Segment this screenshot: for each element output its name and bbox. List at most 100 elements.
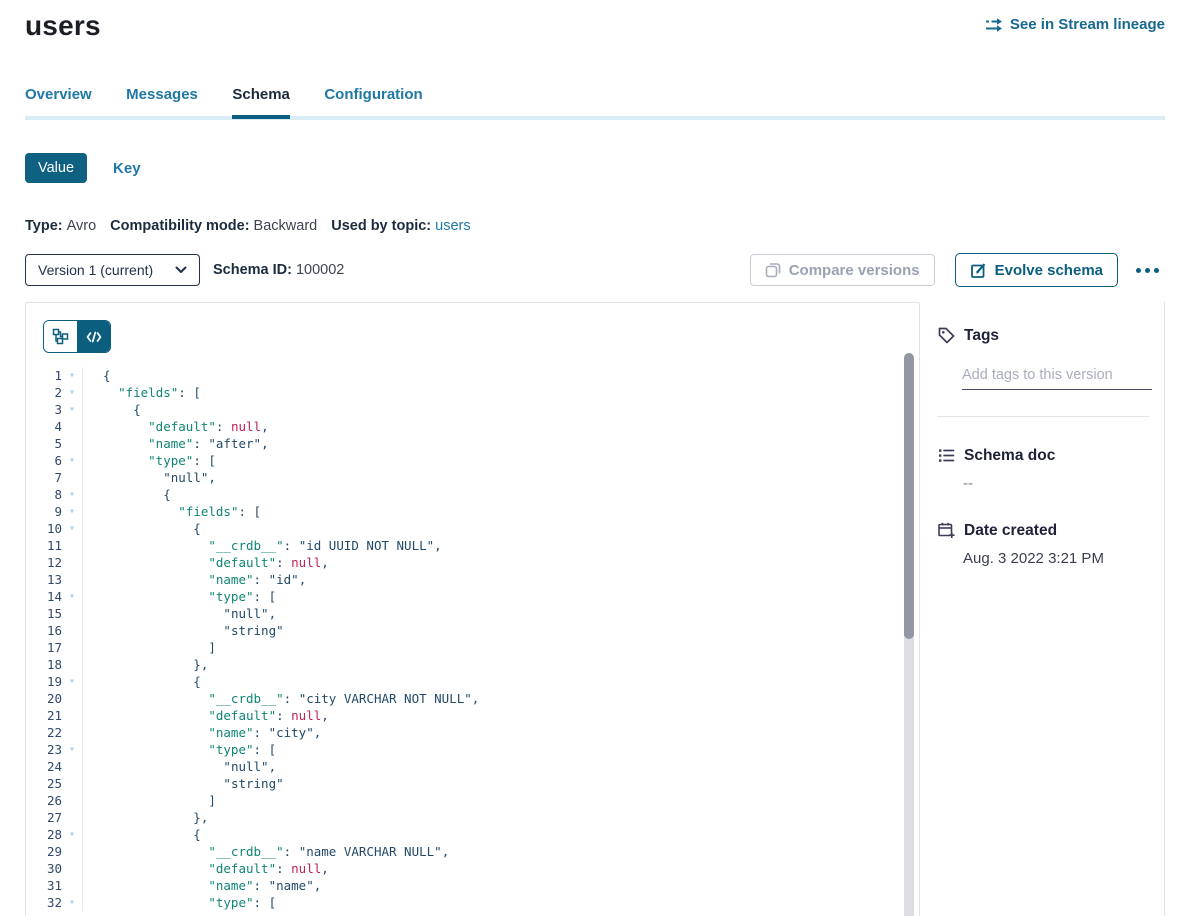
code-text: { bbox=[82, 367, 919, 384]
fold-chevron-down-icon[interactable]: ▾ bbox=[62, 588, 82, 605]
code-line: 18 }, bbox=[26, 656, 919, 673]
code-text: "default": null, bbox=[82, 554, 919, 571]
code-line: 7 "null", bbox=[26, 469, 919, 486]
tree-view-icon bbox=[52, 328, 69, 345]
line-number: 12 bbox=[26, 554, 62, 571]
fold-spacer bbox=[62, 690, 82, 707]
fold-chevron-down-icon[interactable]: ▾ bbox=[62, 741, 82, 758]
code-line: 24 "null", bbox=[26, 758, 919, 775]
code-line: 17 ] bbox=[26, 639, 919, 656]
code-text: { bbox=[82, 486, 919, 503]
line-number: 24 bbox=[26, 758, 62, 775]
fold-chevron-down-icon[interactable]: ▾ bbox=[62, 486, 82, 503]
page-title: users bbox=[25, 10, 101, 42]
tab-overview[interactable]: Overview bbox=[25, 86, 92, 103]
value-toggle-button[interactable]: Value bbox=[25, 153, 87, 183]
see-in-stream-lineage-link[interactable]: See in Stream lineage bbox=[985, 16, 1165, 33]
schema-doc-header: Schema doc bbox=[937, 446, 1151, 465]
more-options-button[interactable] bbox=[1130, 262, 1165, 279]
fold-spacer bbox=[62, 843, 82, 860]
fold-spacer bbox=[62, 877, 82, 894]
code-line: 25 "string" bbox=[26, 775, 919, 792]
code-line: 32▾ "type": [ bbox=[26, 894, 919, 911]
fold-spacer bbox=[62, 537, 82, 554]
type-field: Type:Avro bbox=[25, 218, 96, 234]
line-number: 31 bbox=[26, 877, 62, 894]
code-text: { bbox=[82, 826, 919, 843]
line-number: 16 bbox=[26, 622, 62, 639]
line-number: 27 bbox=[26, 809, 62, 826]
version-select[interactable]: Version 1 (current) bbox=[25, 254, 200, 286]
code-text: ] bbox=[82, 639, 919, 656]
code-lines: 1▾{2▾ "fields": [3▾ {4 "default": null,5… bbox=[26, 367, 919, 911]
fold-spacer bbox=[62, 758, 82, 775]
code-text: "fields": [ bbox=[82, 384, 919, 401]
list-icon bbox=[937, 446, 956, 465]
code-line: 1▾{ bbox=[26, 367, 919, 384]
code-line: 30 "default": null, bbox=[26, 860, 919, 877]
line-number: 3 bbox=[26, 401, 62, 418]
compare-versions-button[interactable]: Compare versions bbox=[750, 254, 935, 286]
tab-bar: Overview Messages Schema Configuration bbox=[25, 86, 1165, 104]
code-line: 10▾ { bbox=[26, 520, 919, 537]
tab-configuration[interactable]: Configuration bbox=[324, 86, 422, 103]
line-number: 9 bbox=[26, 503, 62, 520]
key-toggle-button[interactable]: Key bbox=[113, 160, 141, 177]
code-line: 15 "null", bbox=[26, 605, 919, 622]
fold-chevron-down-icon[interactable]: ▾ bbox=[62, 894, 82, 911]
editor-toolbar bbox=[26, 303, 919, 353]
code-text: "__crdb__": "city VARCHAR NOT NULL", bbox=[82, 690, 919, 707]
stream-lineage-icon bbox=[985, 17, 1003, 33]
code-text: "null", bbox=[82, 758, 919, 775]
lineage-link-label: See in Stream lineage bbox=[1010, 16, 1165, 33]
line-number: 22 bbox=[26, 724, 62, 741]
line-number: 30 bbox=[26, 860, 62, 877]
date-created-title: Date created bbox=[964, 522, 1057, 540]
code-line: 27 }, bbox=[26, 809, 919, 826]
code-text: "type": [ bbox=[82, 741, 919, 758]
edit-icon bbox=[970, 262, 987, 279]
sidebar-divider bbox=[937, 416, 1149, 417]
fold-chevron-down-icon[interactable]: ▾ bbox=[62, 384, 82, 401]
code-text: }, bbox=[82, 809, 919, 826]
fold-spacer bbox=[62, 622, 82, 639]
editor-scrollbar-thumb[interactable] bbox=[904, 353, 914, 639]
tab-schema[interactable]: Schema bbox=[232, 86, 290, 103]
fold-chevron-down-icon[interactable]: ▾ bbox=[62, 367, 82, 384]
tree-view-button[interactable] bbox=[44, 321, 77, 352]
fold-chevron-down-icon[interactable]: ▾ bbox=[62, 503, 82, 520]
line-number: 15 bbox=[26, 605, 62, 622]
code-line: 3▾ { bbox=[26, 401, 919, 418]
code-text: "default": null, bbox=[82, 707, 919, 724]
code-text: "__crdb__": "name VARCHAR NULL", bbox=[82, 843, 919, 860]
code-line: 16 "string" bbox=[26, 622, 919, 639]
fold-chevron-down-icon[interactable]: ▾ bbox=[62, 826, 82, 843]
add-tags-input[interactable] bbox=[962, 365, 1152, 390]
line-number: 6 bbox=[26, 452, 62, 469]
line-number: 29 bbox=[26, 843, 62, 860]
topic-link[interactable]: users bbox=[435, 218, 470, 234]
version-sidebar: Tags bbox=[920, 302, 1165, 916]
versions-icon bbox=[765, 262, 781, 278]
code-line: 8▾ { bbox=[26, 486, 919, 503]
fold-spacer bbox=[62, 418, 82, 435]
fold-chevron-down-icon[interactable]: ▾ bbox=[62, 401, 82, 418]
fold-chevron-down-icon[interactable]: ▾ bbox=[62, 452, 82, 469]
fold-chevron-down-icon[interactable]: ▾ bbox=[62, 520, 82, 537]
date-created-header: Date created bbox=[937, 521, 1151, 540]
tab-underline-strip bbox=[25, 116, 1165, 120]
code-text: "name": "after", bbox=[82, 435, 919, 452]
fold-spacer bbox=[62, 656, 82, 673]
fold-spacer bbox=[62, 435, 82, 452]
evolve-schema-button[interactable]: Evolve schema bbox=[955, 253, 1118, 287]
line-number: 13 bbox=[26, 571, 62, 588]
tab-messages[interactable]: Messages bbox=[126, 86, 198, 103]
code-text: ] bbox=[82, 792, 919, 809]
line-number: 11 bbox=[26, 537, 62, 554]
code-line: 21 "default": null, bbox=[26, 707, 919, 724]
code-view-button[interactable] bbox=[77, 321, 110, 352]
fold-spacer bbox=[62, 571, 82, 588]
evolve-schema-label: Evolve schema bbox=[995, 262, 1103, 279]
fold-chevron-down-icon[interactable]: ▾ bbox=[62, 673, 82, 690]
editor-scrollbar-track[interactable] bbox=[904, 353, 914, 916]
